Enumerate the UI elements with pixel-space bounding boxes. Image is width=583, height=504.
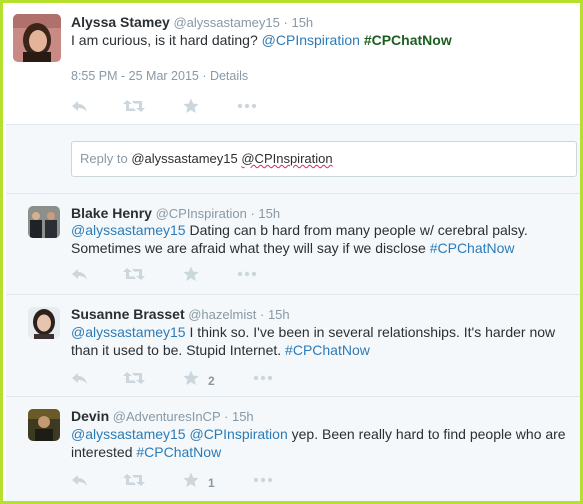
favorite-icon[interactable] [183, 266, 207, 286]
mention-link[interactable]: @alyssastamey15 [71, 324, 186, 340]
list-item[interactable]: Blake Henry @CPInspiration · 15h @alyssa… [6, 194, 580, 295]
tweet-text-body: I am curious, is it hard dating? [71, 32, 258, 48]
reply-mention: @CPInspiration [241, 151, 333, 166]
author-name[interactable]: Susanne Brasset [71, 306, 185, 322]
tweet-actions [71, 266, 271, 286]
author-name[interactable]: Blake Henry [71, 205, 152, 221]
author-name[interactable]: Alyssa Stamey [71, 14, 170, 30]
reply-icon[interactable] [71, 98, 95, 118]
tweet-timestamp[interactable]: 8:55 PM - 25 Mar 2015 · Details [71, 69, 248, 83]
author-handle[interactable]: @alyssastamey15 [173, 15, 279, 30]
tweet-actions: 2 [71, 370, 291, 390]
reply-prefix: Reply to [80, 151, 128, 166]
favorite-count: 1 [208, 476, 215, 490]
more-icon[interactable] [253, 370, 277, 390]
tweet-text: I am curious, is it hard dating? @CPInsp… [71, 31, 571, 49]
retweet-icon[interactable] [123, 98, 147, 118]
retweet-icon[interactable] [123, 370, 147, 390]
tweet-text-body: I think so. I've been in several relatio… [189, 324, 556, 340]
favorite-icon[interactable] [183, 98, 207, 118]
separator-dot: · [250, 206, 255, 221]
separator-dot: · [259, 307, 265, 322]
reply-icon[interactable] [71, 370, 95, 390]
tweet-time[interactable]: 15h [268, 307, 290, 322]
tweet-header: Susanne Brasset @hazelmist · 15h [71, 306, 290, 322]
reply-icon[interactable] [71, 472, 95, 492]
separator-dot: · [224, 409, 229, 424]
tweet-text: @alyssastamey15 I think so. I've been in… [71, 323, 576, 359]
main-tweet: Alyssa Stamey @alyssastamey15 · 15h I am… [6, 6, 580, 124]
favorite-icon[interactable] [183, 472, 207, 492]
retweet-icon[interactable] [123, 472, 147, 492]
hashtag-link[interactable]: #CPChatNow [136, 444, 221, 460]
tweet-text: @alyssastamey15 Dating can b hard from m… [71, 221, 576, 257]
tweet-time[interactable]: 15h [291, 15, 313, 30]
avatar[interactable] [13, 14, 61, 62]
tweet-actions: 1 [71, 472, 291, 492]
author-name[interactable]: Devin [71, 408, 109, 424]
tweet-text-body: Dating can b hard from many people w/ ce… [189, 222, 528, 238]
hashtag-link[interactable]: #CPChatNow [364, 32, 452, 48]
mention-link[interactable]: @CPInspiration [262, 32, 360, 48]
tweet-text-body: Sometimes we are afraid what they will s… [71, 240, 426, 256]
favorite-count: 2 [208, 374, 215, 388]
author-handle[interactable]: @hazelmist [188, 307, 256, 322]
avatar[interactable] [28, 409, 60, 441]
more-icon[interactable] [253, 472, 277, 492]
tweet-text-body: than it used to be. Stupid Internet. [71, 342, 282, 358]
avatar[interactable] [28, 206, 60, 238]
mention-link[interactable]: @alyssastamey15 [71, 426, 186, 442]
list-item[interactable]: Susanne Brasset @hazelmist · 15h @alyssa… [6, 295, 580, 397]
separator-dot: · [283, 15, 288, 30]
list-item[interactable]: Devin @AdventuresInCP · 15h @alyssastame… [6, 397, 580, 501]
more-icon[interactable] [237, 98, 261, 118]
author-handle[interactable]: @AdventuresInCP [113, 409, 221, 424]
author-handle[interactable]: @CPInspiration [156, 206, 247, 221]
reply-composer-area: Reply to @alyssastamey15 @CPInspiration [6, 124, 580, 194]
more-icon[interactable] [237, 266, 261, 286]
tweet-header: Devin @AdventuresInCP · 15h [71, 408, 254, 424]
hashtag-link[interactable]: #CPChatNow [430, 240, 515, 256]
mention-link[interactable]: @alyssastamey15 [71, 222, 186, 238]
reply-icon[interactable] [71, 266, 95, 286]
tweet-text: @alyssastamey15 @CPInspiration yep. Been… [71, 425, 576, 461]
tweet-text-body: yep. Been really hard to find people who… [291, 426, 566, 442]
tweet-screenshot-frame: Alyssa Stamey @alyssastamey15 · 15h I am… [0, 0, 583, 504]
tweet-actions [71, 98, 271, 118]
reply-mention: @alyssastamey15 [131, 151, 238, 166]
hashtag-link[interactable]: #CPChatNow [285, 342, 370, 358]
mention-link[interactable]: @CPInspiration [189, 426, 287, 442]
avatar[interactable] [28, 307, 60, 339]
tweet-header: Blake Henry @CPInspiration · 15h [71, 205, 280, 221]
favorite-icon[interactable] [183, 370, 207, 390]
tweet-time[interactable]: 15h [232, 409, 254, 424]
retweet-icon[interactable] [123, 266, 147, 286]
reply-input[interactable]: Reply to @alyssastamey15 @CPInspiration [71, 141, 577, 177]
tweet-text-body: interested [71, 444, 133, 460]
tweet-time[interactable]: 15h [258, 206, 280, 221]
tweet-header: Alyssa Stamey @alyssastamey15 · 15h [71, 14, 313, 30]
